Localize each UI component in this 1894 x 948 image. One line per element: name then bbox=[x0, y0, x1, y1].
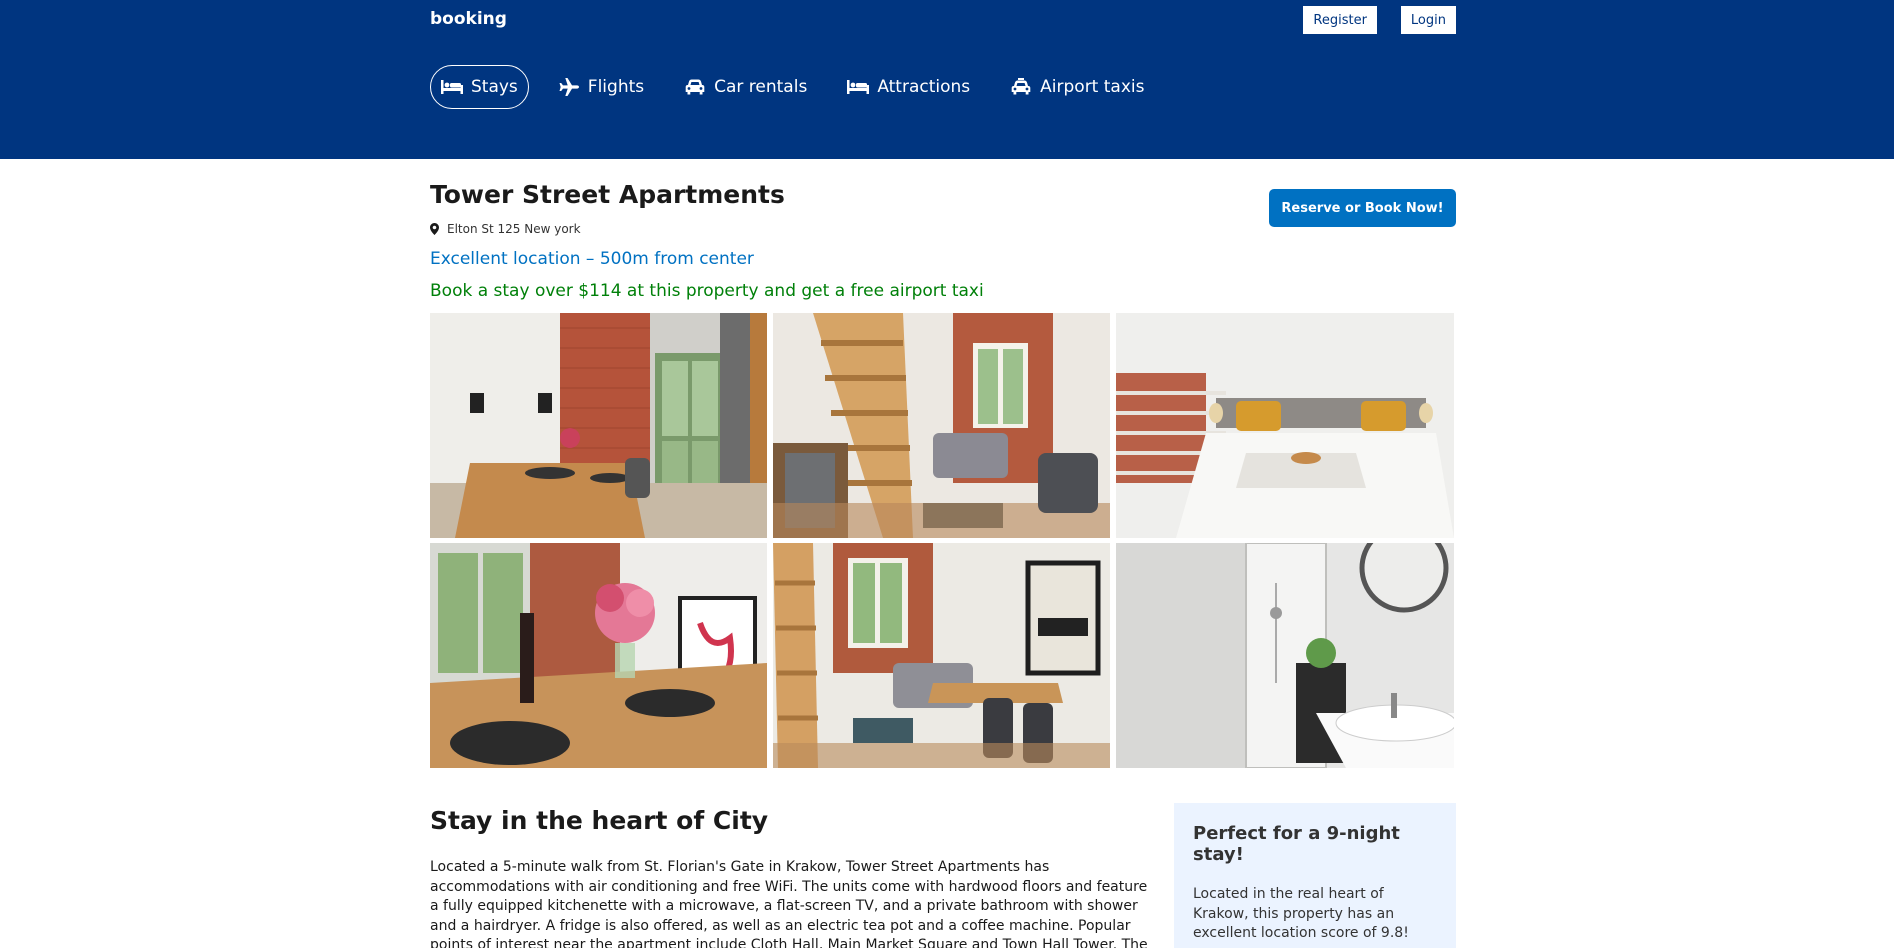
nav-item-stays[interactable]: Stays bbox=[430, 65, 529, 109]
auth-buttons: Register Login bbox=[1303, 6, 1456, 34]
nav-label-car-rentals: Car rentals bbox=[714, 77, 808, 97]
nav-label-airport-taxis: Airport taxis bbox=[1040, 77, 1145, 97]
taxi-offer: Book a stay over $114 at this property a… bbox=[430, 281, 984, 301]
location-pin-icon bbox=[430, 223, 439, 235]
taxi-icon bbox=[1010, 78, 1032, 96]
property-address: Elton St 125 New york bbox=[430, 222, 581, 236]
main-nav: Stays Flights Car rentals Attractions Ai… bbox=[430, 65, 1456, 109]
nav-item-flights[interactable]: Flights bbox=[547, 65, 655, 109]
nav-label-flights: Flights bbox=[587, 77, 645, 97]
photo-gallery bbox=[430, 313, 1456, 768]
location-note: Excellent location – 500m from center bbox=[430, 249, 754, 269]
property-title: Tower Street Apartments bbox=[430, 180, 785, 209]
site-header: booking Register Login Stays Flights Car… bbox=[0, 0, 1894, 159]
nav-label-attractions: Attractions bbox=[877, 77, 971, 97]
register-button[interactable]: Register bbox=[1303, 6, 1377, 34]
nav-item-car-rentals[interactable]: Car rentals bbox=[673, 65, 818, 109]
gallery-photo[interactable] bbox=[1116, 543, 1454, 768]
property-description: Located a 5-minute walk from St. Florian… bbox=[430, 859, 1148, 948]
gallery-photo[interactable] bbox=[773, 543, 1110, 768]
car-icon bbox=[684, 78, 706, 96]
bed-icon bbox=[847, 78, 870, 96]
gallery-photo[interactable] bbox=[1116, 313, 1454, 538]
nav-item-attractions[interactable]: Attractions bbox=[836, 65, 981, 109]
login-button[interactable]: Login bbox=[1400, 6, 1456, 34]
stay-highlight-box: Perfect for a 9-night stay! Located in t… bbox=[1174, 803, 1456, 948]
nav-item-airport-taxis[interactable]: Airport taxis bbox=[999, 65, 1155, 109]
plane-icon bbox=[558, 78, 580, 96]
address-text: Elton St 125 New york bbox=[447, 222, 581, 236]
stay-highlight-text: Located in the real heart of Krakow, thi… bbox=[1193, 886, 1409, 941]
stay-highlight-title: Perfect for a 9-night stay! bbox=[1193, 823, 1400, 865]
gallery-photo[interactable] bbox=[430, 543, 767, 768]
section-heading: Stay in the heart of City bbox=[430, 806, 769, 835]
site-logo[interactable]: booking bbox=[430, 9, 507, 29]
nav-label-stays: Stays bbox=[471, 77, 518, 97]
gallery-photo[interactable] bbox=[430, 313, 767, 538]
bed-icon bbox=[441, 78, 463, 96]
top-bar: booking Register Login bbox=[430, 0, 1456, 40]
reserve-button[interactable]: Reserve or Book Now! bbox=[1269, 189, 1456, 227]
gallery-photo[interactable] bbox=[773, 313, 1110, 538]
